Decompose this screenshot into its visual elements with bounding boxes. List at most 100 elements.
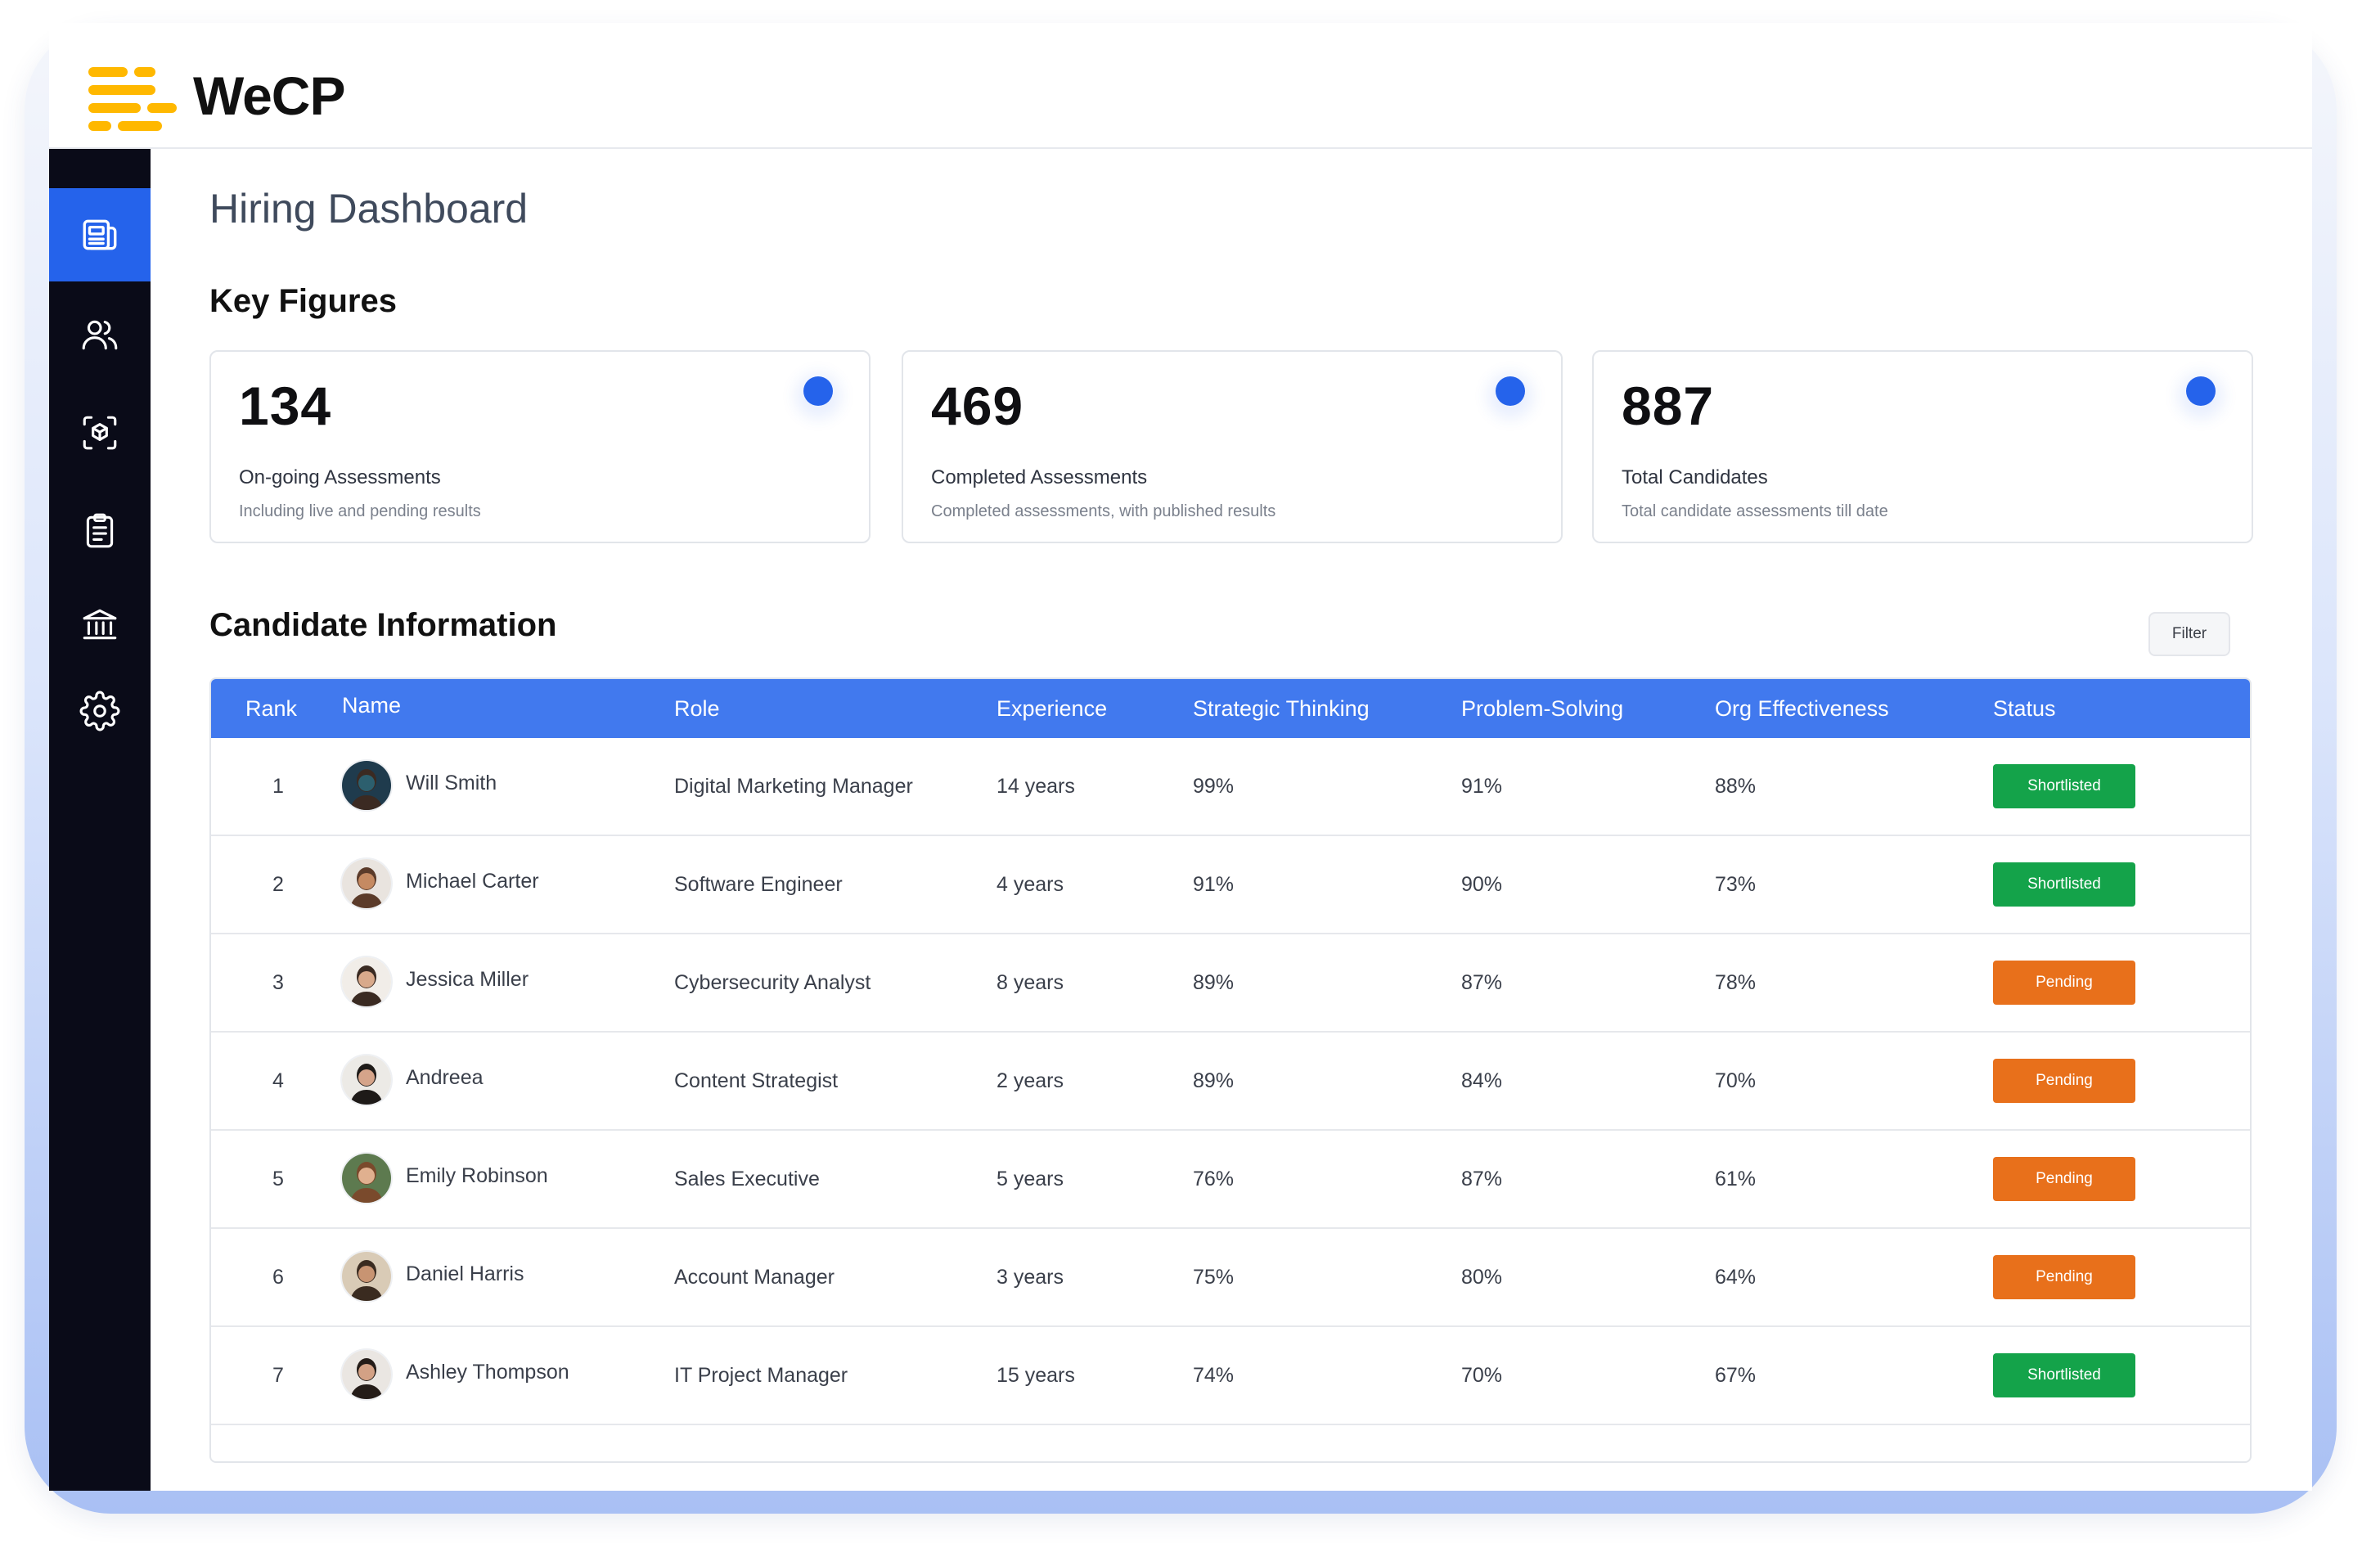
column-header-org-effectiveness[interactable]: Org Effectiveness — [1715, 679, 1889, 738]
newspaper-icon — [83, 219, 117, 250]
cell-role: Cybersecurity Analyst — [674, 971, 871, 994]
table-row[interactable]: 1 Will Smith Digital Marketing Manager 14 y… — [211, 738, 2250, 836]
kpi-value: 469 — [931, 376, 1024, 436]
cell-problem-solving: 87% — [1461, 1168, 1503, 1190]
clipboard-icon — [86, 513, 114, 548]
table-row[interactable]: 2 Michael Carter Software Engineer 4 years 9… — [211, 836, 2250, 934]
sidebar-item-candidates[interactable] — [49, 288, 151, 381]
brand-name[interactable]: WeCP — [193, 69, 345, 123]
scan-cube-icon — [83, 416, 117, 450]
main-content: Hiring Dashboard Key Figures 134 On-goin… — [151, 149, 2312, 1491]
kpi-label: Completed Assessments — [931, 466, 1148, 488]
table-header: Rank Name Role Experience Strategic Thin… — [211, 679, 2250, 738]
kpi-value: 887 — [1622, 376, 1715, 436]
cell-org-effectiveness: 61% — [1715, 1168, 1757, 1190]
cell-name[interactable]: Michael Carter — [406, 833, 539, 929]
table-row[interactable]: 5 Emily Robinson Sales Executive 5 years 76%… — [211, 1131, 2250, 1229]
avatar[interactable] — [342, 1350, 391, 1399]
cell-name[interactable]: Ashley Thompson — [406, 1324, 569, 1420]
cell-strategic-thinking: 76% — [1193, 1168, 1235, 1190]
cell-experience: 2 years — [997, 1069, 1064, 1092]
cell-problem-solving: 70% — [1461, 1364, 1503, 1387]
avatar[interactable] — [342, 957, 391, 1006]
avatar-icon — [342, 859, 391, 908]
sidebar-item-assessments[interactable] — [49, 386, 151, 479]
gear-icon — [79, 691, 120, 731]
cell-rank: 7 — [272, 1364, 284, 1387]
cell-name[interactable]: Andreea — [406, 1029, 484, 1126]
column-header-strategic-thinking[interactable]: Strategic Thinking — [1193, 679, 1370, 738]
cell-role: IT Project Manager — [674, 1364, 848, 1387]
table-row[interactable]: 4 Andreea Content Strategist 2 years 89% 84% 7… — [211, 1033, 2250, 1131]
cell-org-effectiveness: 73% — [1715, 873, 1757, 896]
cell-role: Sales Executive — [674, 1168, 820, 1190]
cell-problem-solving: 91% — [1461, 775, 1503, 798]
column-header-status[interactable]: Status — [1993, 679, 2056, 738]
cell-strategic-thinking: 89% — [1193, 1069, 1235, 1092]
kpi-value: 134 — [239, 376, 332, 436]
cell-org-effectiveness: 88% — [1715, 775, 1757, 798]
wecp-logo-icon — [88, 67, 177, 131]
avatar[interactable] — [342, 1055, 391, 1105]
status-badge[interactable]: Pending — [1993, 961, 2135, 1005]
cell-strategic-thinking: 75% — [1193, 1266, 1235, 1289]
column-header-problem-solving[interactable]: Problem-Solving — [1461, 679, 1623, 738]
screenshot-stage: WeCP Hiring Dashboard Key Figures 134 On… — [0, 0, 2380, 1557]
column-header-experience[interactable]: Experience — [997, 679, 1107, 738]
cell-experience: 8 years — [997, 971, 1064, 994]
cell-problem-solving: 80% — [1461, 1266, 1503, 1289]
cell-name[interactable]: Emily Robinson — [406, 1127, 548, 1224]
avatar-icon — [342, 1154, 391, 1203]
users-icon — [82, 320, 118, 350]
avatar-icon — [342, 1350, 391, 1399]
status-badge[interactable]: Pending — [1993, 1255, 2135, 1299]
status-badge[interactable]: Shortlisted — [1993, 1353, 2135, 1397]
status-badge[interactable]: Pending — [1993, 1157, 2135, 1201]
sidebar-item-organization[interactable] — [49, 578, 151, 671]
indicator-dot-icon — [803, 376, 833, 406]
cell-rank: 2 — [272, 873, 284, 896]
avatar[interactable] — [342, 1252, 391, 1301]
cell-role: Software Engineer — [674, 873, 843, 896]
page-title: Hiring Dashboard — [209, 186, 529, 232]
avatar-icon — [342, 1055, 391, 1105]
column-header-role[interactable]: Role — [674, 679, 720, 738]
cell-role: Account Manager — [674, 1266, 835, 1289]
cell-rank: 6 — [272, 1266, 284, 1289]
cell-name[interactable]: Daniel Harris — [406, 1226, 524, 1322]
avatar[interactable] — [342, 859, 391, 908]
cell-experience: 15 years — [997, 1364, 1075, 1387]
kpi-label: On-going Assessments — [239, 466, 441, 488]
filter-button[interactable]: Filter — [2148, 612, 2230, 656]
column-header-rank[interactable]: Rank — [245, 679, 297, 738]
sidebar-item-dashboard[interactable] — [49, 188, 151, 281]
key-figures-title: Key Figures — [209, 283, 397, 319]
table-row[interactable]: 7 Ashley Thompson IT Project Manager 15 yea… — [211, 1327, 2250, 1425]
cell-experience: 14 years — [997, 775, 1075, 798]
cell-problem-solving: 90% — [1461, 873, 1503, 896]
cell-rank: 4 — [272, 1069, 284, 1092]
avatar[interactable] — [342, 761, 391, 810]
kpi-subtitle: Total candidate assessments till date — [1622, 502, 1888, 520]
sidebar-item-reports[interactable] — [49, 484, 151, 578]
table-row[interactable]: 3 Jessica Miller Cybersecurity Analyst 8 ye… — [211, 934, 2250, 1033]
kpi-card-total: 887 Total Candidates Total candidate ass… — [1592, 350, 2253, 543]
status-badge[interactable]: Pending — [1993, 1059, 2135, 1103]
avatar[interactable] — [342, 1154, 391, 1203]
cell-name[interactable]: Will Smith — [406, 735, 497, 831]
table-row[interactable]: 6 Daniel Harris Account Manager 3 years 75% 8… — [211, 1229, 2250, 1327]
column-header-name[interactable]: Name — [342, 679, 401, 735]
sidebar-item-settings[interactable] — [49, 664, 151, 758]
kpi-subtitle: Completed assessments, with published re… — [931, 502, 1276, 520]
candidate-info-title: Candidate Information — [209, 607, 557, 643]
indicator-dot-icon — [1496, 376, 1525, 406]
status-badge[interactable]: Shortlisted — [1993, 764, 2135, 808]
cell-org-effectiveness: 67% — [1715, 1364, 1757, 1387]
cell-name[interactable]: Jessica Miller — [406, 931, 529, 1028]
avatar-icon — [342, 761, 391, 810]
avatar-icon — [342, 957, 391, 1006]
cell-rank: 3 — [272, 971, 284, 994]
status-badge[interactable]: Shortlisted — [1993, 862, 2135, 907]
avatar-icon — [342, 1252, 391, 1301]
kpi-card-completed: 469 Completed Assessments Completed asse… — [902, 350, 1563, 543]
